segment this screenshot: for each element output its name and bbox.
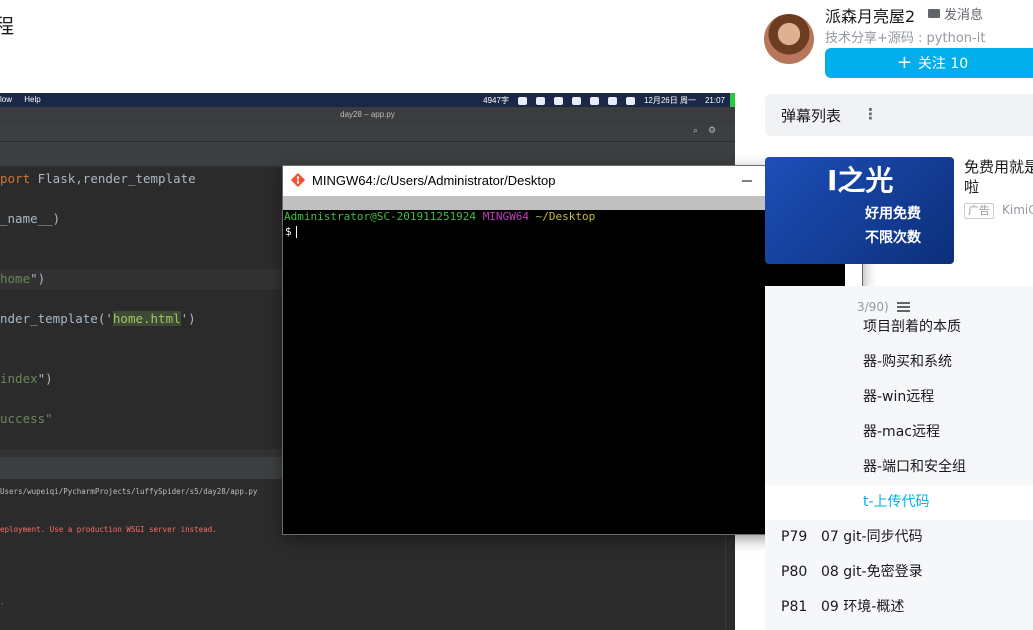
ide-toolbar: ⌕ ⚙ [0, 123, 735, 142]
status-icon [571, 96, 581, 105]
ide-window-title: day28 – app.py [0, 107, 735, 123]
status-icon [553, 96, 563, 105]
run-warning: eployment. Use a production WSGI server … [0, 525, 217, 534]
status-icon [517, 96, 527, 105]
uploader-description: 技术分享+源码 : python-it [825, 31, 986, 46]
follow-label: 关注 10 [917, 56, 969, 72]
playlist-item[interactable]: P80 08 git-免密登录 [765, 555, 1033, 590]
run-path: Users/wupeiqi/PycharmProjects/luffySpide… [0, 487, 258, 496]
danmaku-label: 弹幕列表 [781, 107, 842, 125]
ad-tag: 广告 [964, 203, 994, 219]
message-label: 发消息 [944, 8, 984, 23]
message-button[interactable]: 发消息 [928, 4, 983, 23]
terminal-scrollback-bar [283, 196, 843, 210]
danmaku-list-header[interactable]: 弹幕列表 ⋮ [765, 94, 1033, 136]
ad-line: 好用免费 [865, 206, 921, 222]
more-icon[interactable]: ⋮ [863, 105, 878, 123]
terminal-title: MINGW64:/c/Users/Administrator/Desktop [312, 173, 556, 188]
mac-time: 21:07 [704, 96, 725, 105]
code-line: home") [0, 271, 46, 286]
git-icon [291, 173, 305, 187]
playlist-item[interactable]: 器-端口和安全组 [765, 450, 1033, 485]
search-icon: ⌕ [693, 126, 699, 136]
mail-icon [928, 9, 940, 18]
playlist-item-active[interactable]: t-上传代码 [765, 485, 1033, 520]
mac-menu-help: Help [24, 95, 41, 104]
uploader-name[interactable]: 派森月亮屋2 [825, 3, 915, 27]
search-icon [625, 96, 635, 105]
playlist-item[interactable]: 器-mac远程 [765, 415, 1033, 450]
follow-button[interactable]: + 关注 10 [825, 48, 1033, 78]
minimize-button[interactable] [724, 166, 770, 196]
playlist-item[interactable]: 项目剖着的本质 [765, 310, 1033, 345]
terminal-output[interactable]: Administrator@SC-201911251924 MINGW64 ~/… [283, 210, 845, 534]
code-line: index") [0, 371, 53, 386]
plus-icon: + [896, 52, 912, 73]
mac-menu-window: low [0, 95, 13, 104]
playlist-item[interactable]: P79 07 git-同步代码 [765, 520, 1033, 555]
text-cursor [295, 226, 297, 238]
run-output: - [0, 599, 5, 608]
ad-title[interactable]: 免费用就是啦 [964, 157, 1033, 197]
code-line: nder_template('home.html') [0, 311, 196, 326]
mac-menu-bar: low Help 4947字 12月26日 周一 21:07 [0, 93, 735, 107]
code-line: port Flask,render_template [0, 171, 196, 186]
ad-banner[interactable]: I之光 好用免费 不限次数 [765, 157, 954, 264]
wifi-icon [607, 96, 617, 105]
ad-line: 不限次数 [865, 230, 921, 246]
ad-headline: I之光 [827, 164, 894, 197]
prompt-input[interactable]: $ [285, 225, 297, 238]
status-icon [535, 96, 545, 105]
status-icon [589, 96, 599, 105]
prompt-line: Administrator@SC-201911251924 MINGW64 ~/… [284, 210, 596, 223]
mac-date: 12月26日 周一 [643, 96, 696, 105]
code-line: _name__) [0, 211, 61, 226]
gear-icon: ⚙ [708, 126, 717, 136]
word-count: 4947字 [483, 96, 509, 105]
playlist-item[interactable]: 器-win远程 [765, 380, 1033, 415]
ad-source: KimiC [1002, 203, 1033, 217]
code-line: uccess" [0, 411, 53, 426]
playlist-item[interactable]: P81 09 环境-概述 [765, 590, 1033, 625]
minimize-icon [742, 180, 752, 182]
page-title: 程 [0, 14, 14, 38]
playlist: 3/90) 项目剖着的本质 器-购买和系统 器-win远程 器-mac远程 器-… [765, 286, 1033, 630]
ide-tab-bar [0, 142, 735, 167]
playlist-item[interactable]: 器-购买和系统 [765, 345, 1033, 380]
avatar[interactable] [764, 14, 814, 64]
